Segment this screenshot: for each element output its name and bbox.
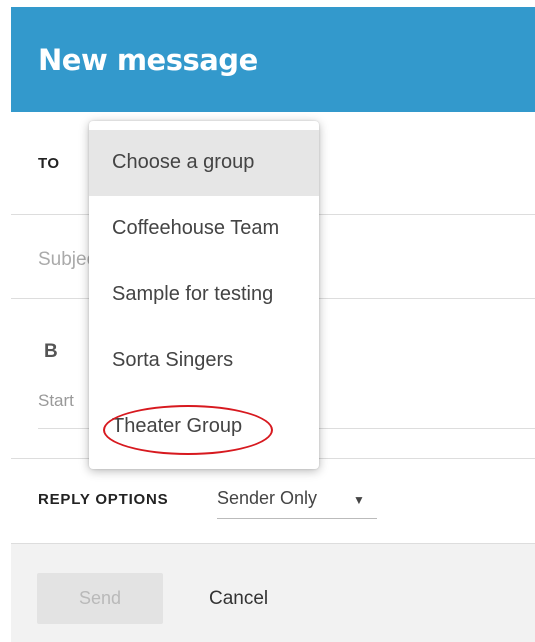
dropdown-item-choose-a-group[interactable]: Choose a group — [89, 130, 319, 196]
to-label: TO — [38, 155, 60, 172]
dropdown-item-label: Choose a group — [112, 151, 255, 173]
send-button[interactable]: Send — [37, 573, 163, 624]
dropdown-item-theater-group[interactable]: Theater Group — [89, 394, 319, 460]
dropdown-item-label: Sorta Singers — [112, 349, 234, 371]
dropdown-item-label: Sample for testing — [112, 283, 274, 305]
group-dropdown-menu: Choose a group Coffeehouse Team Sample f… — [89, 121, 319, 469]
dropdown-item-coffeehouse-team[interactable]: Coffeehouse Team — [89, 196, 319, 262]
dropdown-item-sorta-singers[interactable]: Sorta Singers — [89, 328, 319, 394]
footer-bar: Send Cancel — [11, 543, 535, 642]
page-title: New message — [38, 43, 258, 77]
reply-options-label: REPLY OPTIONS — [38, 491, 169, 508]
header-bar: New message — [11, 7, 535, 112]
dropdown-item-label: Theater Group — [112, 415, 243, 437]
reply-options-select[interactable]: Sender Only ▼ — [217, 486, 377, 519]
dropdown-item-label: Coffeehouse Team — [112, 217, 280, 239]
dropdown-item-sample-for-testing[interactable]: Sample for testing — [89, 262, 319, 328]
cancel-button[interactable]: Cancel — [201, 573, 291, 624]
bold-button[interactable]: B — [44, 341, 58, 363]
caret-down-icon: ▼ — [353, 493, 365, 507]
reply-options-value: Sender Only — [217, 488, 318, 508]
